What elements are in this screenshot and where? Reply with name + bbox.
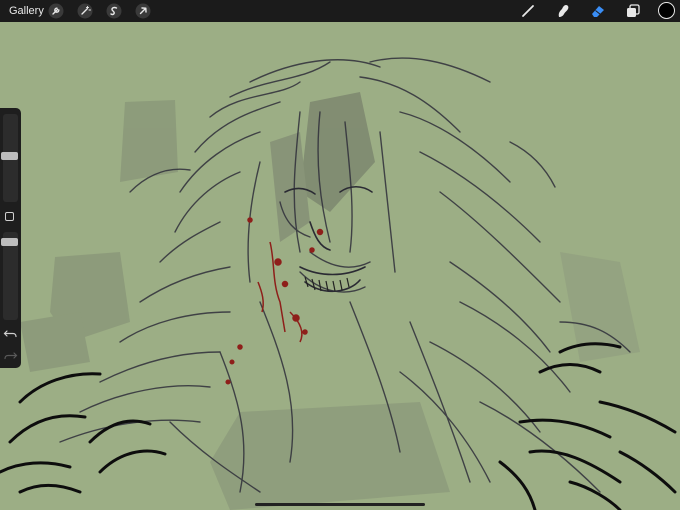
drawing-canvas[interactable] bbox=[0, 22, 680, 510]
opacity-slider[interactable] bbox=[1, 232, 18, 320]
selection-icon[interactable] bbox=[106, 3, 122, 19]
transform-arrow-icon[interactable] bbox=[135, 3, 151, 19]
eraser-icon[interactable] bbox=[590, 3, 606, 19]
top-toolbar: Gallery bbox=[0, 0, 680, 22]
gallery-button[interactable]: Gallery bbox=[9, 4, 44, 18]
color-swatch[interactable] bbox=[658, 2, 675, 19]
modify-button[interactable] bbox=[5, 212, 14, 221]
magic-wand-icon[interactable] bbox=[77, 3, 93, 19]
home-indicator bbox=[255, 503, 425, 506]
layers-icon[interactable] bbox=[625, 3, 641, 19]
wrench-icon[interactable] bbox=[48, 3, 64, 19]
brush-icon[interactable] bbox=[520, 3, 536, 19]
undo-icon[interactable] bbox=[3, 326, 18, 340]
redo-icon[interactable] bbox=[3, 348, 18, 362]
brush-size-thumb[interactable] bbox=[1, 152, 18, 160]
smudge-icon[interactable] bbox=[555, 3, 571, 19]
brush-size-slider[interactable] bbox=[1, 114, 18, 202]
left-sidebar bbox=[0, 108, 21, 368]
opacity-thumb[interactable] bbox=[1, 238, 18, 246]
